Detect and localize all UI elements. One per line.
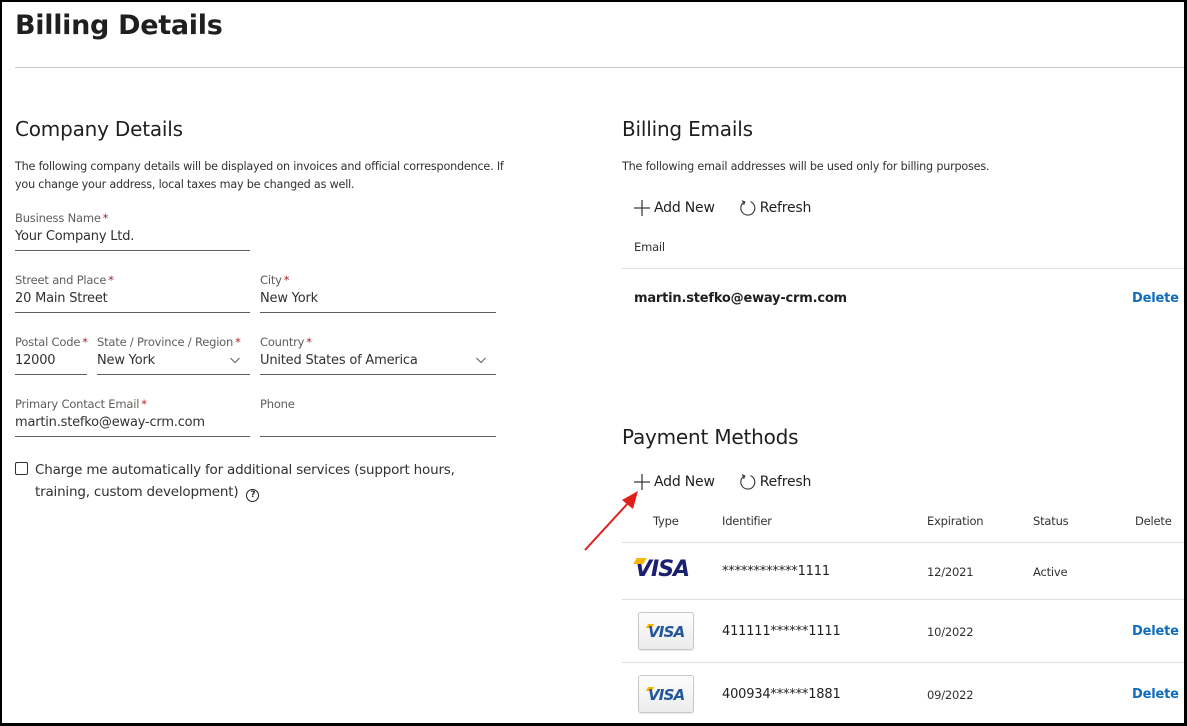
annotation-arrow [584, 491, 638, 551]
arrow-shaft [584, 500, 631, 551]
